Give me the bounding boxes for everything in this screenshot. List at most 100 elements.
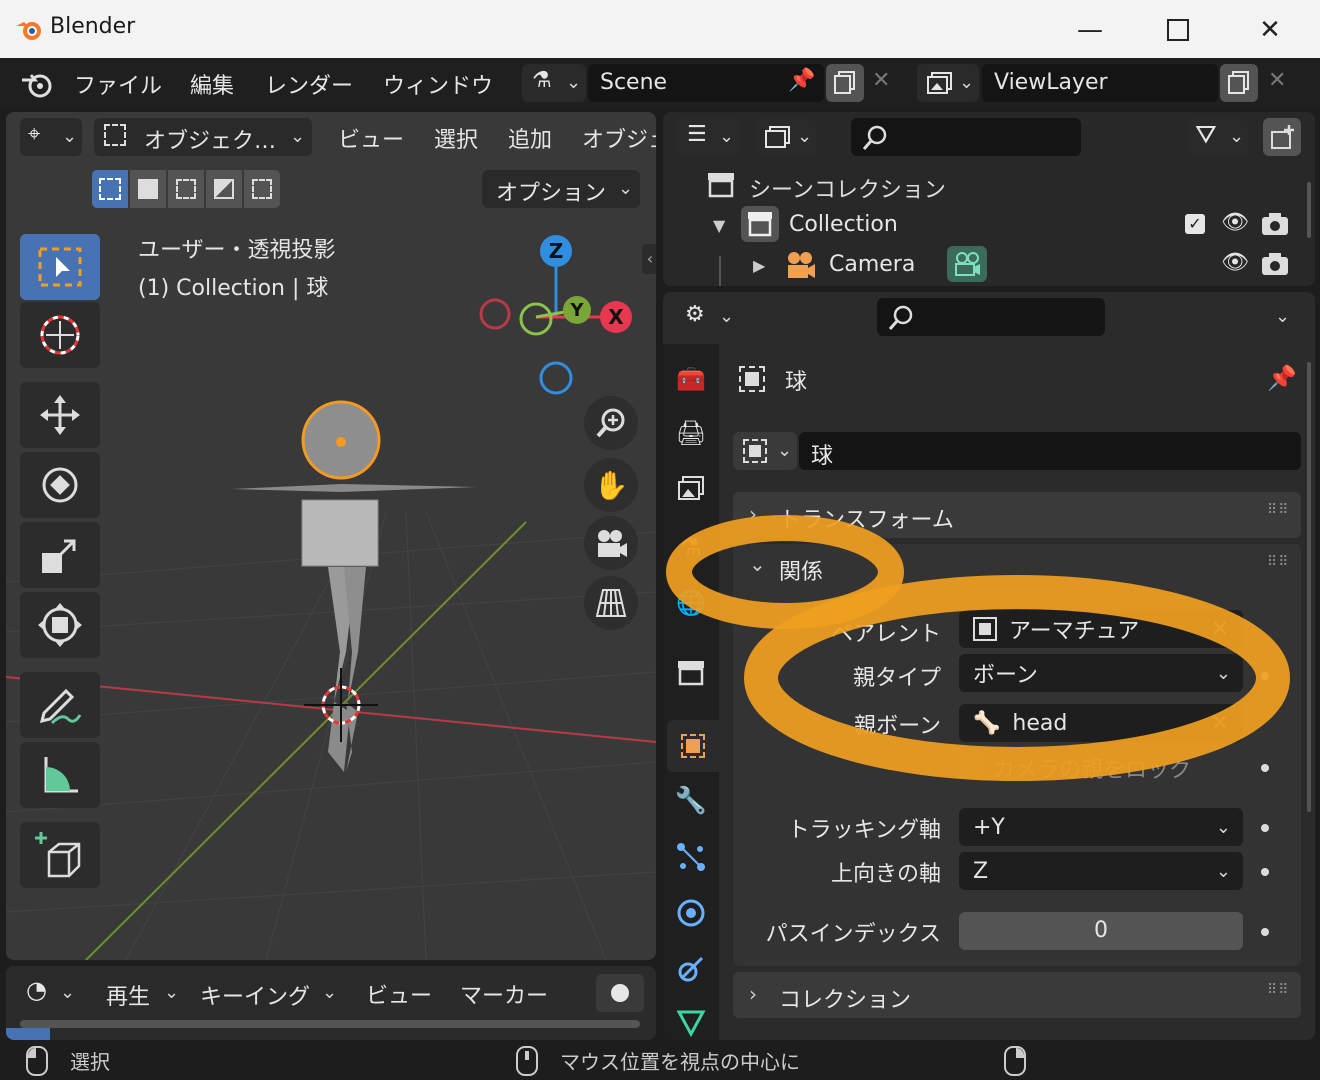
pin-icon[interactable]: 📌: [788, 68, 815, 93]
scene-remove-icon[interactable]: ✕: [872, 68, 890, 93]
viewlayer-remove-icon[interactable]: ✕: [1268, 68, 1286, 93]
outliner[interactable]: ☰ ⌄ ⌄ ⛛ ⌄ シーンコレクション ▼ Collection ✓ 👁 ▶ C…: [663, 112, 1315, 286]
menu-window[interactable]: ウィンドウ: [383, 68, 493, 100]
drag-handle-icon[interactable]: ⠿⠿: [1267, 982, 1290, 998]
keying-menu[interactable]: キーイング ⌄: [188, 974, 344, 1012]
lock-camera-checkbox[interactable]: [961, 756, 983, 778]
scene-name-field[interactable]: Scene 📌: [588, 64, 824, 102]
scene-browse-button[interactable]: ⚗ ⌄: [522, 64, 586, 102]
camera-view-button[interactable]: [584, 516, 638, 570]
outliner-editor-type-button[interactable]: ☰ ⌄: [677, 118, 739, 156]
viewlayer-browse-button[interactable]: ⌄: [917, 64, 979, 102]
drag-handle-icon[interactable]: ⠿⠿: [1267, 502, 1290, 518]
timeline-menu-marker[interactable]: マーカー: [460, 978, 548, 1010]
up-axis-dropdown[interactable]: Z ⌄: [959, 852, 1243, 890]
maximize-button[interactable]: [1158, 10, 1198, 50]
cube-body[interactable]: [301, 499, 379, 567]
tab-constraints[interactable]: [667, 944, 715, 994]
panel-relations-header[interactable]: ⌄ 関係 ⠿⠿: [733, 544, 1301, 590]
playback-menu[interactable]: 再生 ⌄: [94, 974, 186, 1012]
auto-keying-button[interactable]: [596, 974, 644, 1012]
outliner-search-input[interactable]: [851, 118, 1081, 156]
collection-label[interactable]: Collection: [789, 212, 898, 237]
scene-new-button[interactable]: [826, 64, 864, 102]
parent-bone-field[interactable]: 🦴 head ✕: [959, 704, 1243, 742]
tab-render[interactable]: 🖨: [667, 408, 715, 458]
props-options-button[interactable]: ⌄: [1263, 298, 1303, 336]
parent-field[interactable]: アーマチュア ✕: [959, 610, 1243, 648]
gizmo-z-axis[interactable]: Z: [540, 235, 572, 267]
tab-object-active[interactable]: [667, 720, 719, 772]
tab-collection[interactable]: [667, 648, 715, 698]
props-editor-type-button[interactable]: ⚙ ⌄: [677, 298, 739, 336]
viewlayer-new-button[interactable]: [1220, 64, 1258, 102]
clear-parent-icon[interactable]: ✕: [1211, 617, 1229, 642]
tab-modifiers[interactable]: 🔧: [667, 776, 715, 826]
tool-annotate[interactable]: [20, 672, 100, 738]
tab-scene[interactable]: ⚗: [667, 522, 715, 572]
filter-button[interactable]: ⛛ ⌄: [1187, 118, 1249, 156]
tool-measure[interactable]: [20, 742, 100, 808]
animate-property-dot[interactable]: [1261, 672, 1269, 680]
display-mode-button[interactable]: ⌄: [755, 118, 817, 156]
tab-world[interactable]: 🌐: [667, 578, 715, 628]
pin-icon[interactable]: 📌: [1267, 364, 1297, 392]
menu-edit[interactable]: 編集: [190, 68, 234, 100]
sidebar-toggle-arrow[interactable]: ‹: [642, 244, 656, 274]
object-name-field[interactable]: 球: [799, 432, 1301, 470]
tool-move[interactable]: [20, 382, 100, 448]
panel-transform-header[interactable]: › トランスフォーム ⠿⠿: [733, 492, 1301, 538]
outliner-scrollbar[interactable]: [1307, 182, 1311, 238]
drag-handle-icon[interactable]: ⠿⠿: [1267, 554, 1290, 570]
viewlayer-name-field[interactable]: ViewLayer: [982, 64, 1218, 102]
menu-file[interactable]: ファイル: [74, 68, 162, 100]
tab-particles[interactable]: [667, 832, 715, 882]
new-collection-button[interactable]: [1263, 118, 1301, 156]
timeline-menu-view[interactable]: ビュー: [366, 978, 432, 1010]
minimize-button[interactable]: —: [1070, 10, 1110, 50]
timeline-editor-type-button[interactable]: ◔ ⌄: [18, 974, 80, 1012]
camera-expand-arrow[interactable]: ▶: [753, 256, 765, 275]
pan-button[interactable]: ✋: [584, 458, 638, 512]
properties-editor[interactable]: ⚙ ⌄ ⌄ 🧰 🖨 ⚗ 🌐 🔧 球 📌 ⌄ 球 › トランスフォーム ⠿⠿ ⌄ …: [663, 292, 1315, 1040]
tracking-axis-dropdown[interactable]: +Y ⌄: [959, 808, 1243, 846]
animate-property-dot[interactable]: [1261, 824, 1269, 832]
clear-bone-icon[interactable]: ✕: [1211, 711, 1229, 736]
ortho-toggle-button[interactable]: [584, 576, 638, 630]
props-search-input[interactable]: [877, 298, 1105, 336]
collection-exclude-checkbox[interactable]: ✓: [1185, 214, 1205, 234]
gizmo-x-axis[interactable]: X: [600, 301, 632, 333]
camera-label[interactable]: Camera: [829, 252, 915, 277]
scene-collection-label[interactable]: シーンコレクション: [749, 172, 946, 204]
eye-icon[interactable]: 👁: [1221, 210, 1249, 235]
panel-collection-header[interactable]: › コレクション ⠿⠿: [733, 972, 1301, 1018]
tool-add-cube[interactable]: [20, 822, 100, 888]
collection-expand-arrow[interactable]: ▼: [713, 216, 725, 235]
object-browse-button[interactable]: ⌄: [733, 432, 797, 470]
tab-output[interactable]: [667, 464, 715, 514]
animate-property-dot[interactable]: [1261, 868, 1269, 876]
tab-object-data[interactable]: [667, 998, 715, 1040]
tool-select-box[interactable]: [20, 234, 100, 300]
timeline-scrollbar[interactable]: [20, 1020, 640, 1028]
pass-index-field[interactable]: 0: [959, 912, 1243, 950]
tool-rotate[interactable]: [20, 452, 100, 518]
render-camera-icon[interactable]: [1261, 252, 1289, 276]
tool-transform[interactable]: [20, 592, 100, 658]
tool-scale[interactable]: [20, 522, 100, 588]
current-frame-indicator[interactable]: [6, 1028, 50, 1040]
3d-viewport[interactable]: ⌖ ⌄ オブジェク… ⌄ ビュー 選択 追加 オブジェ オプション ⌄: [6, 112, 656, 960]
tab-tool[interactable]: 🧰: [667, 354, 715, 404]
close-button[interactable]: ✕: [1250, 10, 1290, 50]
tool-cursor[interactable]: [20, 302, 100, 368]
props-scrollbar[interactable]: [1307, 362, 1311, 812]
zoom-button[interactable]: [584, 396, 638, 450]
blender-menu-icon[interactable]: [20, 70, 54, 98]
tab-physics[interactable]: [667, 888, 715, 938]
timeline[interactable]: ◔ ⌄ 再生 ⌄ キーイング ⌄ ビュー マーカー: [6, 966, 656, 1040]
menu-render[interactable]: レンダー: [265, 68, 353, 100]
eye-icon[interactable]: 👁: [1221, 250, 1249, 275]
animate-property-dot[interactable]: [1261, 928, 1269, 936]
parent-type-dropdown[interactable]: ボーン ⌄: [959, 654, 1243, 692]
animate-property-dot[interactable]: [1261, 764, 1269, 772]
